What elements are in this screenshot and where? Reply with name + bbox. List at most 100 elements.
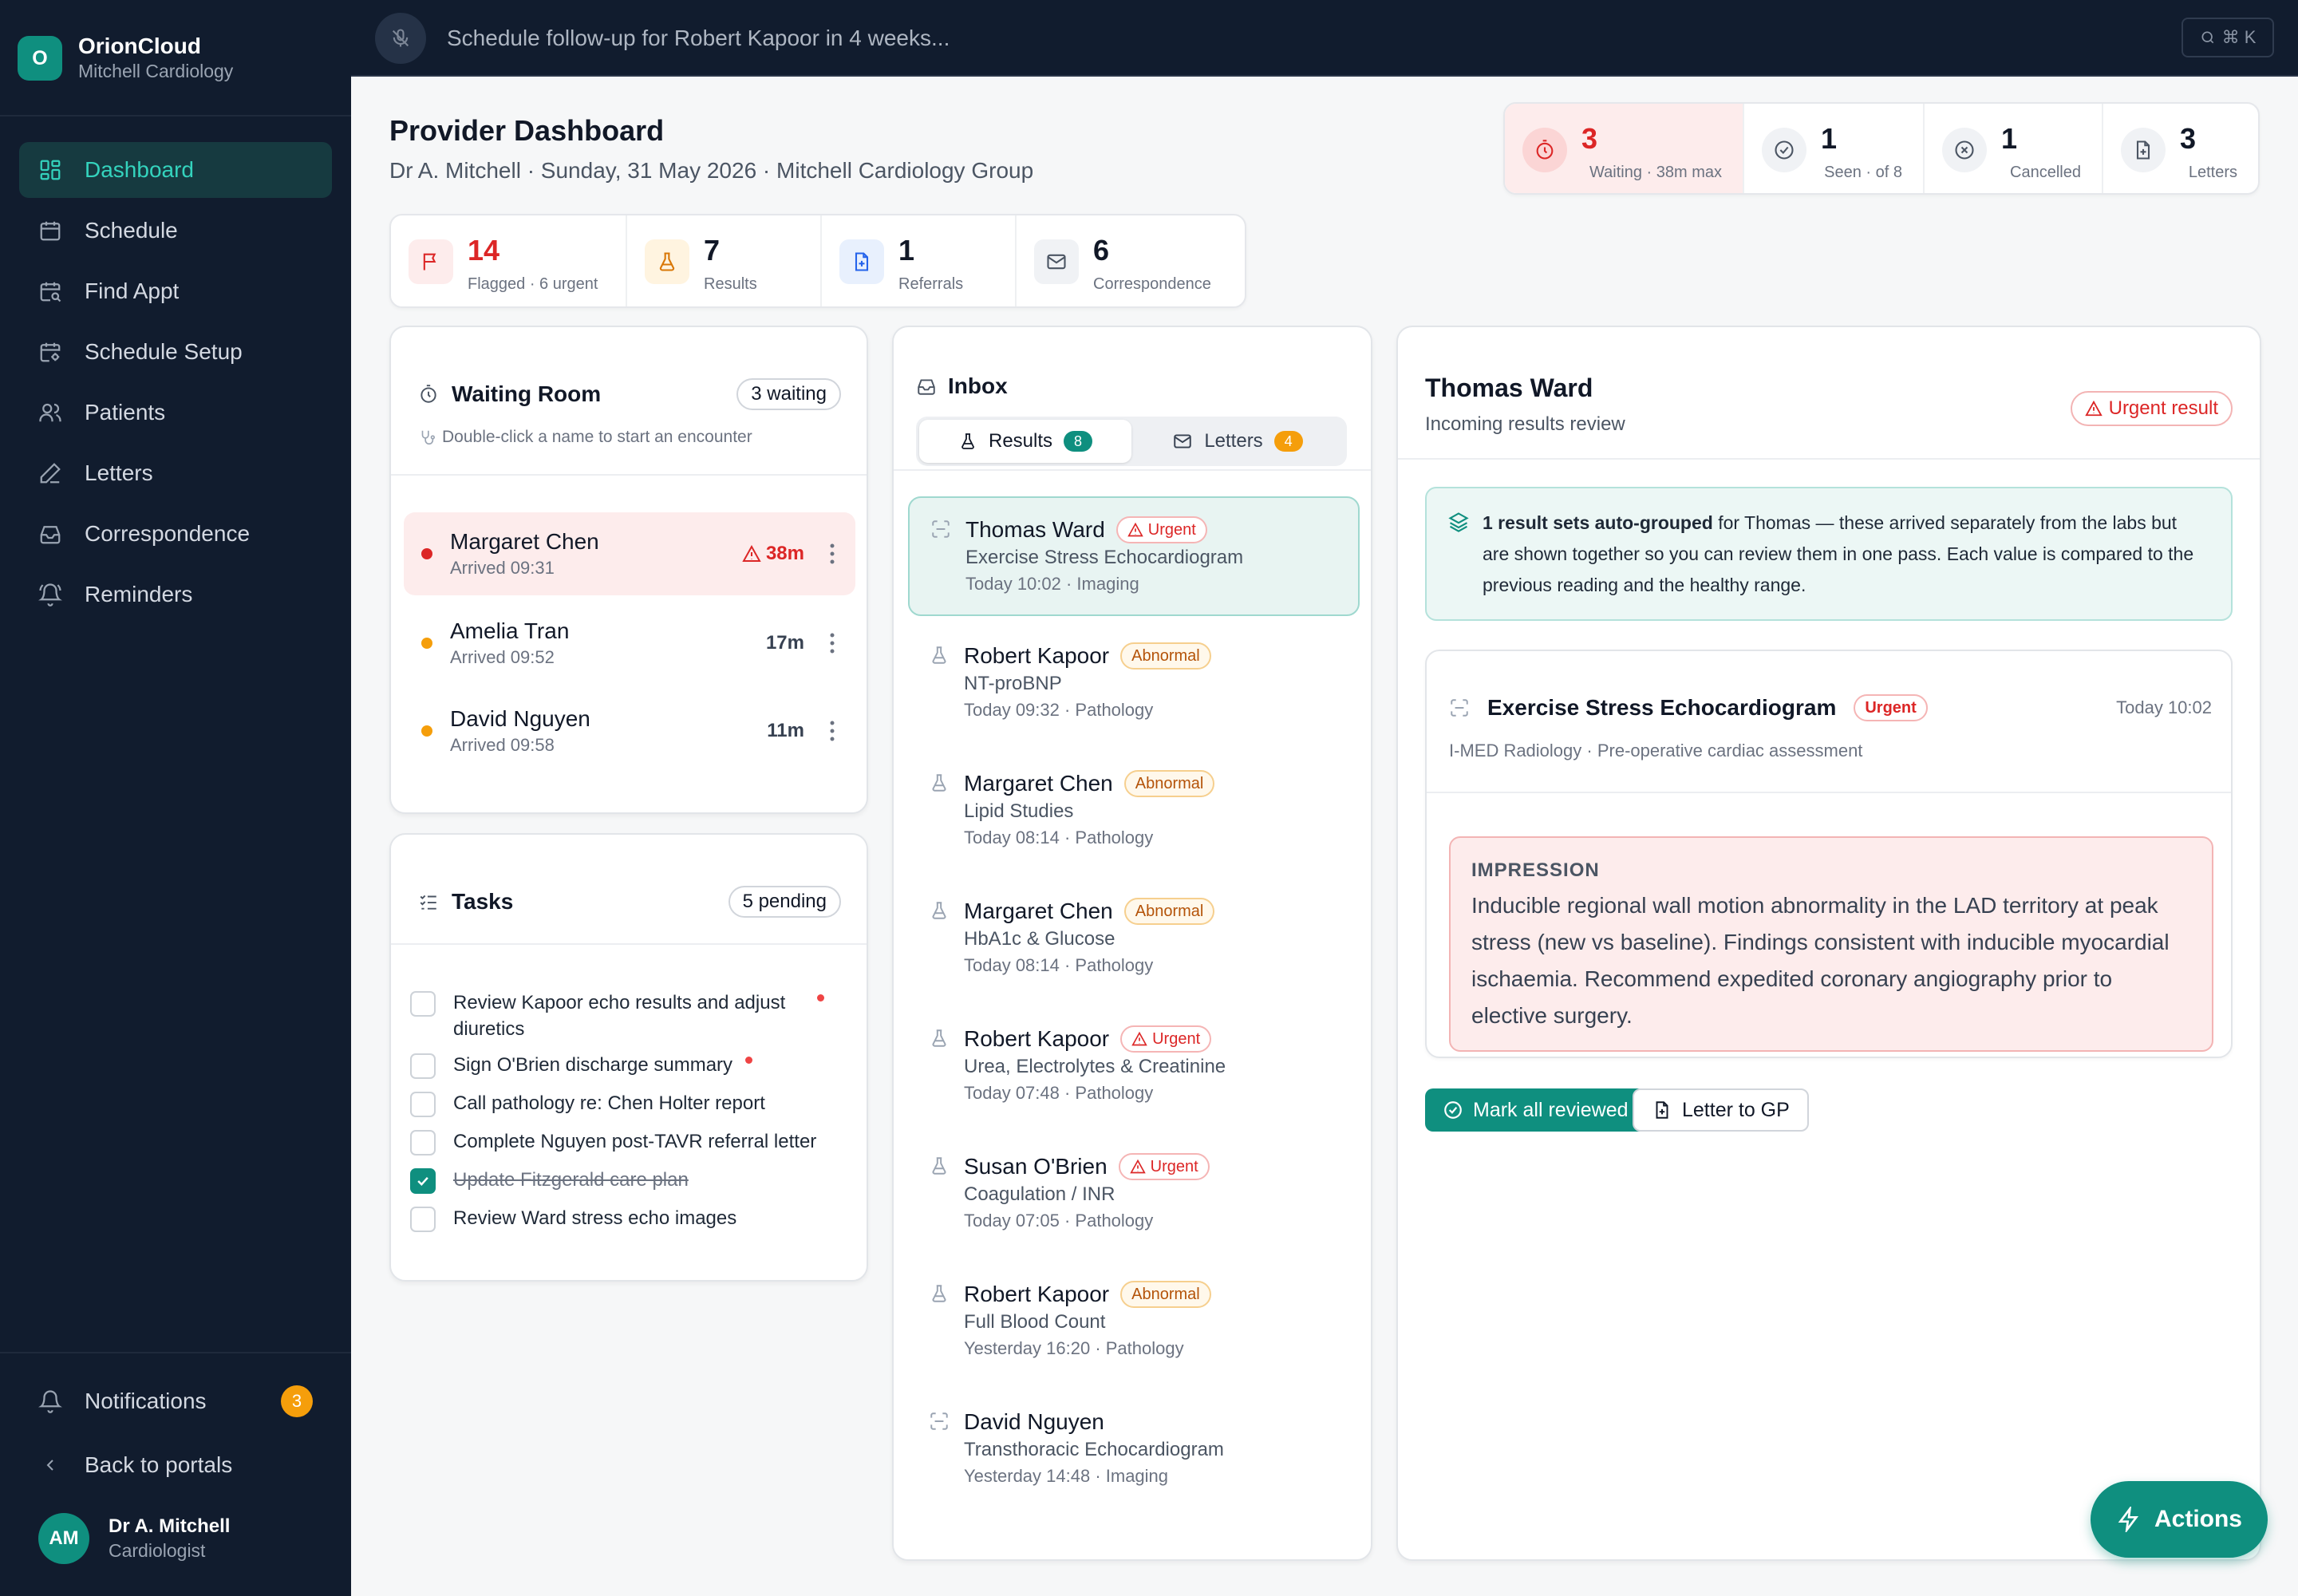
sidebar-item-letters[interactable]: Letters	[19, 445, 332, 501]
mark-all-reviewed-button[interactable]: Mark all reviewed	[1425, 1088, 1646, 1132]
stat-cancelled[interactable]: 1 Cancelled	[1925, 104, 2103, 193]
sidebar-item-label: Schedule Setup	[85, 339, 243, 364]
status-dot	[421, 725, 432, 737]
task-item[interactable]: Sign O'Brien discharge summary	[410, 1052, 857, 1079]
task-item[interactable]: Complete Nguyen post-TAVR referral lette…	[410, 1128, 857, 1156]
inbox-item[interactable]: Susan O'Brien Urgent Coagulation / INR To…	[908, 1135, 1360, 1254]
urgent-tag: Urgent	[1120, 1025, 1212, 1053]
task-item[interactable]: Update Fitzgerald care plan	[410, 1167, 857, 1194]
more-options-icon[interactable]	[820, 543, 844, 564]
stat-seen[interactable]: 1 Seen · of 8	[1744, 104, 1925, 193]
stat-referrals[interactable]: 1 Referrals	[822, 215, 1017, 306]
inbox-item[interactable]: Margaret Chen Abnormal HbA1c & Glucose To…	[908, 879, 1360, 999]
sidebar-item-label: Letters	[85, 460, 153, 485]
inbox-item[interactable]: Robert Kapoor Abnormal Full Blood Count Y…	[908, 1262, 1360, 1382]
x-circle-icon	[1942, 128, 1987, 172]
task-item[interactable]: Review Kapoor echo results and adjust di…	[410, 990, 857, 1042]
impression-text: Inducible regional wall motion abnormali…	[1471, 893, 2170, 1028]
sidebar-item-label: Correspondence	[85, 521, 251, 546]
stat-label: Correspondence	[1093, 275, 1211, 293]
task-checkbox[interactable]	[410, 1092, 436, 1117]
sidebar-item-label: Patients	[85, 400, 166, 425]
waiting-patient-row[interactable]: Amelia Tran Arrived 09:52 17m	[404, 602, 855, 685]
more-options-icon[interactable]	[820, 633, 844, 654]
sidebar-item-correspondence[interactable]: Correspondence	[19, 506, 332, 562]
review-subtitle: Incoming results review	[1425, 413, 1625, 435]
task-checkbox[interactable]	[410, 991, 436, 1017]
sidebar-item-dashboard[interactable]: Dashboard	[19, 142, 332, 198]
result-review-card: Thomas Ward Incoming results review Urge…	[1396, 326, 2261, 1561]
warning-icon	[742, 544, 761, 563]
more-options-icon[interactable]	[820, 721, 844, 741]
check-circle-icon	[1762, 128, 1806, 172]
pen-icon	[38, 461, 62, 485]
inbox-item[interactable]: Margaret Chen Abnormal Lipid Studies Toda…	[908, 752, 1360, 871]
task-checkbox[interactable]	[410, 1053, 436, 1079]
inbox-item[interactable]: Robert Kapoor Urgent Urea, Electrolytes &…	[908, 1007, 1360, 1127]
document-icon	[2121, 128, 2166, 172]
sidebar-item-schedule-setup[interactable]: Schedule Setup	[19, 324, 332, 380]
sidebar-item-schedule[interactable]: Schedule	[19, 203, 332, 259]
waiting-room-title: Waiting Room	[452, 381, 602, 406]
waiting-patient-row[interactable]: David Nguyen Arrived 09:58 11m	[404, 689, 855, 772]
result-time: Today 10:02	[2116, 697, 2212, 717]
chevron-left-icon	[38, 1453, 62, 1477]
urgent-tag: Urgent	[1118, 1153, 1210, 1180]
task-item[interactable]: Review Ward stress echo images	[410, 1205, 857, 1232]
flask-icon	[929, 1283, 950, 1308]
check-circle-icon	[1443, 1100, 1463, 1120]
result-meta: Today 10:02 · Imaging	[965, 574, 1139, 594]
result-detail: Exercise Stress Echocardiogram Urgent To…	[1425, 650, 2233, 1058]
task-text: Update Fitzgerald care plan	[453, 1169, 689, 1191]
tag-label: Urgent	[1152, 1029, 1201, 1048]
stat-letters[interactable]: 3 Letters	[2103, 104, 2258, 193]
brand[interactable]: O OrionCloud Mitchell Cardiology	[18, 34, 233, 83]
back-to-portals-link[interactable]: Back to portals	[19, 1436, 332, 1494]
scan-icon	[1449, 697, 1470, 718]
task-checkbox[interactable]	[410, 1130, 436, 1156]
inbox-item[interactable]: David Nguyen Transthoracic Echocardiogra…	[908, 1390, 1360, 1510]
actions-fab[interactable]: Actions	[2091, 1481, 2268, 1558]
scan-icon	[930, 519, 951, 543]
notifications-count-badge: 3	[281, 1385, 313, 1417]
task-checkbox[interactable]	[410, 1207, 436, 1232]
flask-icon	[929, 772, 950, 797]
user-profile[interactable]: AM Dr A. Mitchell Cardiologist	[38, 1513, 230, 1564]
stat-correspondence[interactable]: 6 Correspondence	[1017, 215, 1245, 306]
tab-results[interactable]: Results 8	[919, 420, 1131, 463]
mail-icon	[1172, 431, 1193, 452]
command-shortcut[interactable]: ⌘ K	[2182, 18, 2274, 57]
divider	[391, 474, 867, 476]
stat-label: Waiting · 38m max	[1589, 164, 1722, 181]
search-icon	[2200, 30, 2216, 45]
command-input[interactable]	[447, 19, 1883, 57]
inbox-item[interactable]: Thomas Ward Urgent Exercise Stress Echoca…	[908, 496, 1360, 616]
task-checkbox-checked[interactable]	[410, 1168, 436, 1194]
abnormal-tag: Abnormal	[1120, 1281, 1211, 1308]
flask-icon	[958, 432, 977, 451]
waiting-patient-row[interactable]: Margaret Chen Arrived 09:31 38m	[404, 512, 855, 595]
badge-label: Urgent result	[2108, 397, 2218, 419]
warning-icon	[2084, 400, 2103, 417]
sidebar-item-patients[interactable]: Patients	[19, 385, 332, 440]
stat-waiting[interactable]: 3 Waiting · 38m max	[1505, 104, 1744, 193]
letter-to-gp-button[interactable]: Letter to GP	[1633, 1088, 1809, 1132]
sidebar-item-notifications[interactable]: Notifications 3	[19, 1373, 332, 1430]
task-item[interactable]: Call pathology re: Chen Holter report	[410, 1090, 857, 1117]
bell-icon	[38, 1389, 62, 1413]
sidebar-item-reminders[interactable]: Reminders	[19, 567, 332, 622]
stat-label: Results	[704, 275, 757, 293]
result-title: Exercise Stress Echocardiogram	[1487, 695, 1837, 720]
patient-name: Robert Kapoor	[964, 643, 1110, 668]
stat-flagged[interactable]: 14 Flagged · 6 urgent	[391, 215, 627, 306]
urgent-result-badge: Urgent result	[2070, 391, 2233, 426]
voice-input-button[interactable]	[375, 13, 426, 64]
warning-icon	[1127, 522, 1143, 538]
inbox-item[interactable]: Robert Kapoor Abnormal NT-proBNP Today 09…	[908, 624, 1360, 744]
avatar: AM	[38, 1513, 89, 1564]
stat-value: 6	[1093, 234, 1110, 267]
tab-letters[interactable]: Letters 4	[1131, 420, 1344, 463]
warning-icon	[1131, 1031, 1147, 1047]
stat-results[interactable]: 7 Results	[627, 215, 822, 306]
sidebar-item-find-appt[interactable]: Find Appt	[19, 263, 332, 319]
